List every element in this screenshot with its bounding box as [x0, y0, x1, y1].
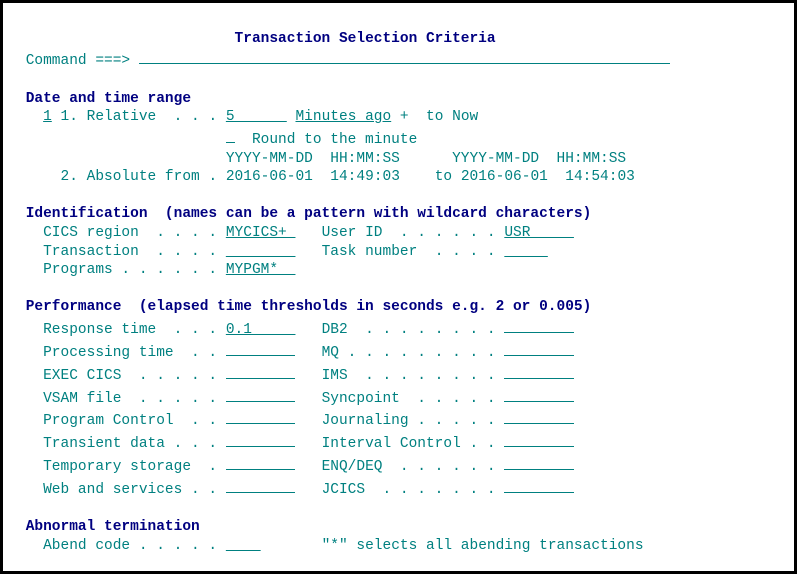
absolute-row: 2. Absolute from . 2016-06-01 14:49:03 t…: [17, 169, 635, 185]
resp-label: Response time . . .: [43, 322, 217, 338]
date-heading: Date and time range: [26, 91, 191, 107]
enq-input[interactable]: [504, 454, 574, 470]
from-date-input[interactable]: 2016-06-01: [226, 169, 313, 185]
jcics-input[interactable]: [504, 477, 574, 493]
ispf-panel: Transaction Selection Criteria Command =…: [0, 0, 797, 574]
cics-input[interactable]: MYCICS+: [226, 225, 296, 241]
relative-tonow: to Now: [426, 109, 478, 125]
round-row: Round to the minute: [17, 132, 417, 148]
proc-row: Processing time . . MQ . . . . . . . . .: [17, 345, 574, 361]
tdat-input[interactable]: [226, 431, 296, 447]
perf-heading: Performance (elapsed time thresholds in …: [26, 299, 592, 315]
relative-amount-input[interactable]: 5: [226, 109, 287, 125]
abend-row: Abend code . . . . . "*" selects all abe…: [17, 538, 644, 554]
to-date-input[interactable]: 2016-06-01: [461, 169, 548, 185]
jrnl-input[interactable]: [504, 408, 574, 424]
relative-row: 1 1. Relative . . . 5 Minutes ago + to N…: [17, 109, 478, 125]
to-date-header: YYYY-MM-DD HH:MM:SS: [452, 151, 626, 167]
relative-plus: +: [400, 109, 409, 125]
exec-row: EXEC CICS . . . . . IMS . . . . . . . .: [17, 368, 574, 384]
to-time-input[interactable]: 14:54:03: [565, 169, 635, 185]
db2-input[interactable]: [504, 317, 574, 333]
task-label: Task number . . . .: [322, 244, 496, 260]
tstg-row: Temporary storage . ENQ/DEQ . . . . . .: [17, 459, 574, 475]
abend-label: Abend code . . . . .: [43, 538, 217, 554]
command-label: Command ===>: [26, 53, 130, 69]
pgmc-row: Program Control . . Journaling . . . . .: [17, 413, 574, 429]
abend-hint: "*" selects all abending transactions: [322, 538, 644, 554]
abend-input[interactable]: [226, 538, 261, 554]
cics-row: CICS region . . . . MYCICS+ User ID . . …: [17, 225, 574, 241]
prog-input[interactable]: MYPGM*: [226, 262, 296, 278]
web-label: Web and services . .: [43, 482, 217, 498]
from-date-header: YYYY-MM-DD HH:MM:SS: [226, 151, 400, 167]
task-input[interactable]: [504, 244, 548, 260]
relative-label: 1. Relative . . .: [61, 109, 218, 125]
prog-row: Programs . . . . . . MYPGM*: [17, 262, 295, 278]
tran-label: Transaction . . . .: [43, 244, 217, 260]
date-header-row: YYYY-MM-DD HH:MM:SS YYYY-MM-DD HH:MM:SS: [17, 151, 626, 167]
db2-label: DB2 . . . . . . . .: [322, 322, 496, 338]
from-time-input[interactable]: 14:49:03: [330, 169, 400, 185]
proc-label: Processing time . .: [43, 345, 217, 361]
command-row: Command ===>: [17, 53, 670, 69]
to-label: to: [435, 169, 452, 185]
vsam-input[interactable]: [226, 385, 296, 401]
exec-input[interactable]: [226, 363, 296, 379]
ims-input[interactable]: [504, 363, 574, 379]
tran-input[interactable]: [226, 244, 296, 260]
intv-label: Interval Control . .: [322, 436, 496, 452]
mq-input[interactable]: [504, 340, 574, 356]
ident-heading: Identification (names can be a pattern w…: [26, 206, 592, 222]
web-input[interactable]: [226, 477, 296, 493]
vsam-row: VSAM file . . . . . Syncpoint . . . . .: [17, 391, 574, 407]
resp-input[interactable]: 0.1: [226, 322, 296, 338]
sync-input[interactable]: [504, 385, 574, 401]
tstg-input[interactable]: [226, 454, 296, 470]
abend-heading: Abnormal termination: [26, 519, 200, 535]
user-label: User ID . . . . . .: [322, 225, 496, 241]
round-label: Round to the minute: [252, 132, 417, 148]
relative-unit-input[interactable]: Minutes ago: [295, 109, 391, 125]
round-checkbox[interactable]: [226, 127, 235, 143]
pgmc-label: Program Control . .: [43, 413, 217, 429]
panel-title: Transaction Selection Criteria: [235, 31, 496, 47]
absolute-label: 2. Absolute from .: [61, 169, 218, 185]
mq-label: MQ . . . . . . . . .: [322, 345, 496, 361]
jcics-label: JCICS . . . . . . .: [322, 482, 496, 498]
user-input[interactable]: USR: [504, 225, 574, 241]
cics-label: CICS region . . . .: [43, 225, 217, 241]
tdat-row: Transient data . . . Interval Control . …: [17, 436, 574, 452]
tstg-label: Temporary storage .: [43, 459, 217, 475]
jrnl-label: Journaling . . . . .: [322, 413, 496, 429]
command-input[interactable]: [139, 48, 670, 64]
tdat-label: Transient data . . .: [43, 436, 217, 452]
tran-row: Transaction . . . . Task number . . . .: [17, 244, 548, 260]
prog-label: Programs . . . . . .: [43, 262, 217, 278]
title-row: Transaction Selection Criteria: [17, 31, 496, 47]
date-choice-input[interactable]: 1: [43, 109, 52, 125]
ims-label: IMS . . . . . . . .: [322, 368, 496, 384]
resp-row: Response time . . . 0.1 DB2 . . . . . . …: [17, 322, 574, 338]
pgmc-input[interactable]: [226, 408, 296, 424]
exec-label: EXEC CICS . . . . .: [43, 368, 217, 384]
enq-label: ENQ/DEQ . . . . . .: [322, 459, 496, 475]
intv-input[interactable]: [504, 431, 574, 447]
sync-label: Syncpoint . . . . .: [322, 391, 496, 407]
web-row: Web and services . . JCICS . . . . . . .: [17, 482, 574, 498]
proc-input[interactable]: [226, 340, 296, 356]
vsam-label: VSAM file . . . . .: [43, 391, 217, 407]
